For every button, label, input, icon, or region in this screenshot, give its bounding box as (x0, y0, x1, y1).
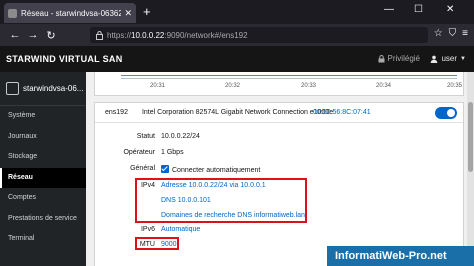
chart-tick-label: 20:35 (447, 83, 463, 89)
highlight-box-ipv4 (135, 178, 307, 223)
interface-enable-toggle[interactable] (435, 107, 457, 119)
sidebar-item-terminal[interactable]: Terminal (0, 229, 86, 250)
traffic-chart: 20:31 20:32 20:33 20:34 20:35 (94, 72, 464, 96)
checkbox-checked-icon (161, 165, 169, 173)
interface-card: ens192 Intel Corporation 82574L Gigabit … (94, 102, 464, 266)
general-label: Général (130, 165, 155, 172)
browser-navbar: ← → ↻ https://10.0.0.22:9090/network#/en… (0, 24, 474, 46)
browser-tab[interactable]: Réseau - starwindvsa-06362359 ✕ (4, 3, 136, 23)
sidebar: starwindvsa-06... Système Journaux Stock… (0, 72, 86, 266)
user-menu[interactable]: user ▼ (430, 54, 466, 63)
app-header: STARWIND VIRTUAL SAN Privilégié user ▼ (0, 46, 474, 72)
server-icon (6, 82, 19, 95)
chart-tick-label: 20:34 (376, 83, 392, 89)
lock-icon (96, 30, 103, 40)
chart-series-line (121, 75, 457, 76)
user-icon (431, 55, 438, 63)
toggle-knob (447, 109, 455, 117)
sidebar-item-accounts[interactable]: Comptes (0, 188, 86, 209)
chevron-down-icon: ▼ (460, 55, 466, 62)
interface-mac: 00:50:56:8C:07:41 (313, 109, 371, 116)
brand-title: STARWIND VIRTUAL SAN (6, 54, 123, 64)
interface-name: ens192 (105, 109, 128, 116)
sidebar-item-network[interactable]: Réseau (0, 167, 86, 188)
main-content: 20:31 20:32 20:33 20:34 20:35 ens192 Int… (86, 72, 474, 266)
user-label: user (441, 54, 458, 63)
operator-value: 1 Gbps (161, 149, 184, 156)
auto-connect-label: Connecter automatiquement (172, 167, 261, 174)
reload-icon[interactable]: ↻ (42, 29, 60, 42)
status-value: 10.0.0.22/24 (161, 133, 200, 140)
new-tab-button[interactable]: + (143, 3, 151, 21)
scrollbar-thumb[interactable] (468, 102, 473, 172)
shield-icon[interactable]: ⛉ (449, 28, 457, 39)
favicon-icon (8, 8, 17, 18)
tab-close-icon[interactable]: ✕ (124, 8, 132, 19)
forward-icon[interactable]: → (24, 29, 42, 41)
url-bar[interactable]: https://10.0.0.22:9090/network#/ens192 (90, 27, 428, 43)
privilege-label: Privilégié (387, 54, 420, 63)
status-label: Statut (136, 133, 155, 140)
ipv6-label: IPv6 (140, 226, 155, 233)
watermark: InformatiWeb-Pro.net (327, 246, 474, 266)
sidebar-item-services[interactable]: Prestations de service (0, 209, 86, 230)
scrollbar[interactable] (467, 72, 474, 266)
auto-connect-checkbox[interactable]: Connecter automatiquement (161, 165, 260, 174)
sidebar-item-system[interactable]: Système (0, 106, 86, 127)
maximize-icon[interactable]: ☐ (414, 4, 423, 15)
lock-icon (378, 54, 385, 62)
url-text: https://10.0.0.22:9090/network#/ens192 (107, 30, 248, 40)
interface-device: Intel Corporation 82574L Gigabit Network… (141, 109, 334, 116)
browser-toolbar-right: ☆ ⛉ ≡ (434, 28, 468, 39)
highlight-box-mtu (135, 237, 179, 250)
host-selector[interactable]: starwindvsa-06... (0, 72, 86, 106)
interface-header: ens192 Intel Corporation 82574L Gigabit … (95, 103, 463, 123)
host-name: starwindvsa-06... (23, 84, 84, 93)
chart-tick-label: 20:31 (150, 83, 166, 89)
operator-label: Opérateur (123, 149, 155, 156)
tab-title: Réseau - starwindvsa-06362359 (21, 8, 122, 18)
chart-tick-label: 20:32 (225, 83, 241, 89)
bookmark-star-icon[interactable]: ☆ (434, 28, 443, 39)
back-icon[interactable]: ← (6, 29, 24, 41)
sidebar-item-storage[interactable]: Stockage (0, 147, 86, 168)
browser-tabstrip: Réseau - starwindvsa-06362359 ✕ + — ☐ ✕ (0, 0, 474, 24)
menu-icon[interactable]: ≡ (462, 28, 468, 39)
chart-axis (121, 78, 457, 79)
sidebar-item-logs[interactable]: Journaux (0, 127, 86, 148)
window-close-icon[interactable]: ✕ (446, 4, 454, 15)
ipv6-link[interactable]: Automatique (161, 226, 200, 233)
privilege-indicator[interactable]: Privilégié (378, 54, 420, 63)
minimize-icon[interactable]: — (384, 4, 394, 15)
chart-tick-label: 20:33 (301, 83, 317, 89)
